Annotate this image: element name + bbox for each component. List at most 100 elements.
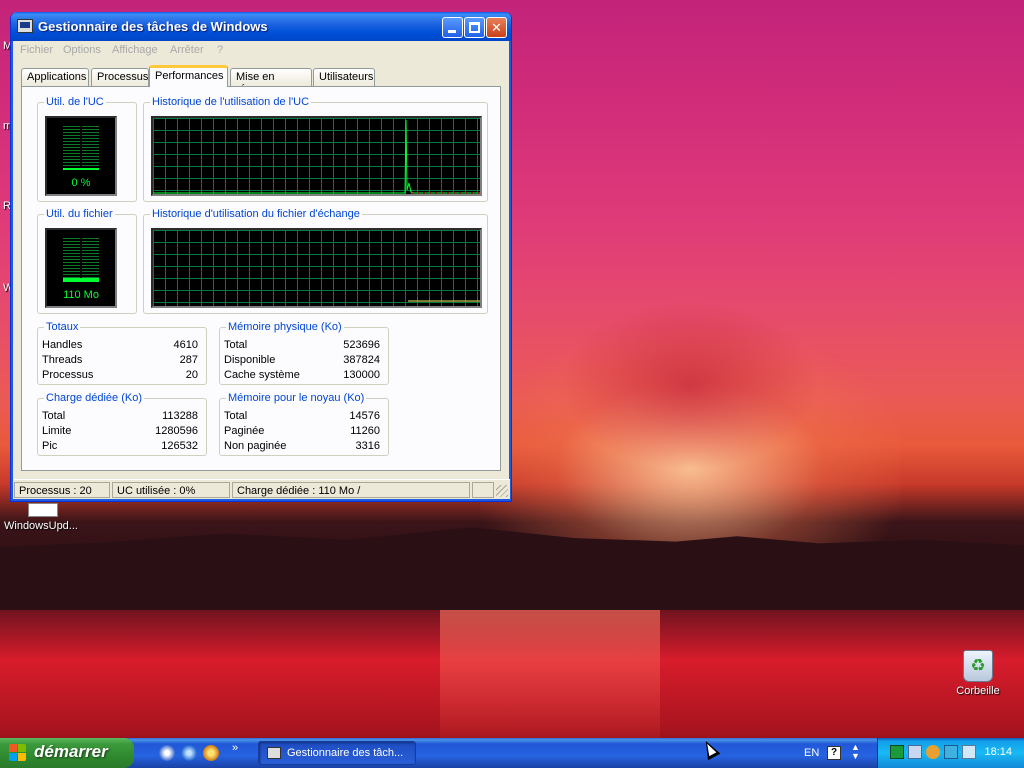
start-button[interactable]: démarrer: [0, 738, 134, 768]
stat-row: Threads 287: [42, 354, 198, 368]
stat-value: 113288: [162, 410, 198, 422]
menu-fichier[interactable]: Fichier: [20, 44, 53, 56]
pagefile-usage-value: 110 Mo: [63, 289, 99, 301]
stat-row: Limite 1280596: [42, 425, 198, 439]
totals-label: Totaux: [44, 321, 81, 333]
task-manager-window: Gestionnaire des tâches de Windows ✕ Fic…: [10, 12, 512, 502]
cpu-meter-bars: [63, 126, 99, 170]
tab-processus[interactable]: Processus: [91, 68, 149, 87]
minimize-icon: [448, 30, 456, 33]
stat-row: Processus 20: [42, 369, 198, 383]
stat-value: 14576: [349, 410, 380, 422]
maximize-button[interactable]: [464, 17, 485, 38]
taskbar-button-task-manager[interactable]: Gestionnaire des tâch...: [258, 741, 416, 765]
stat-value: 126532: [161, 440, 198, 452]
stat-key: Total: [224, 339, 248, 351]
language-options-arrow[interactable]: ▲ ▼: [851, 743, 860, 761]
minimize-button[interactable]: [442, 17, 463, 38]
stat-key: Total: [224, 410, 248, 422]
internet-explorer-icon[interactable]: [181, 745, 197, 761]
physical-memory-label: Mémoire physique (Ko): [226, 321, 344, 333]
title-bar[interactable]: Gestionnaire des tâches de Windows ✕: [11, 12, 511, 41]
pagefile-history-group: Historique d'utilisation du fichier d'éc…: [143, 208, 488, 314]
cpu-history-label: Historique de l'utilisation de l'UC: [150, 96, 312, 108]
physical-memory-group: Mémoire physique (Ko) Total 523696 Dispon…: [219, 321, 389, 385]
stat-value: 1280596: [155, 425, 198, 437]
start-label: démarrer: [34, 742, 108, 761]
stat-value: 4610: [173, 339, 198, 351]
taskbar-button-label: Gestionnaire des tâch...: [287, 747, 404, 759]
status-processes: Processus : 20: [14, 482, 110, 498]
recycle-bin-icon: [963, 650, 993, 682]
language-indicator[interactable]: EN: [804, 747, 819, 759]
pagefile-history-graph: [151, 228, 482, 308]
kernel-memory-group: Mémoire pour le noyau (Ko) Total 14576 Pa…: [219, 392, 389, 456]
stat-value: 3316: [355, 440, 380, 452]
performance-panel: Util. de l'UC 0 % Historique de l'utilis…: [21, 86, 501, 471]
stat-row: Cache système 130000: [224, 369, 380, 383]
taskbar: démarrer » Gestionnaire des tâch... EN ?…: [0, 738, 1024, 768]
show-desktop-icon[interactable]: [159, 745, 175, 761]
windows-update-icon: [28, 503, 58, 517]
language-help-icon[interactable]: ?: [827, 746, 841, 760]
clock[interactable]: 18:14: [984, 746, 1012, 758]
stat-row: Total 14576: [224, 410, 380, 424]
status-cpu: UC utilisée : 0%: [112, 482, 230, 498]
updates-icon[interactable]: [944, 745, 958, 759]
media-player-icon[interactable]: [203, 745, 219, 761]
totals-group: Totaux Handles 4610 Threads 287 Processus 2…: [37, 321, 207, 385]
pagefile-history-label: Historique d'utilisation du fichier d'éc…: [150, 208, 362, 220]
cloud: [560, 300, 820, 470]
stat-row: Disponible 387824: [224, 354, 380, 368]
desktop-icon-label: WindowsUpd...: [4, 520, 78, 532]
commit-charge-group: Charge dédiée (Ko) Total 113288 Limite 128…: [37, 392, 207, 456]
network-icon[interactable]: [908, 745, 922, 759]
menu-arreter[interactable]: Arrêter: [170, 44, 204, 56]
desktop-icon-windows-update[interactable]: WindowsUpd...: [4, 503, 84, 532]
stat-key: Pic: [42, 440, 58, 452]
connection-icon[interactable]: [962, 745, 976, 759]
status-empty: [472, 482, 494, 498]
stat-value: 287: [179, 354, 198, 366]
pagefile-meter-bars: [63, 238, 99, 282]
menu-options[interactable]: Options: [63, 44, 101, 56]
stat-key: Disponible: [224, 354, 276, 366]
pagefile-usage-group: Util. du fichier 110 Mo: [37, 208, 137, 314]
menu-help[interactable]: ?: [217, 44, 223, 56]
pagefile-history-plot: [408, 300, 480, 302]
resize-grip[interactable]: [496, 485, 508, 497]
tab-network[interactable]: Mise en réseau: [230, 68, 312, 95]
cpu-history-line: [153, 119, 480, 194]
maximize-icon: [469, 22, 480, 33]
cpu-usage-meter: 0 %: [45, 116, 117, 196]
tab-users[interactable]: Utilisateurs: [313, 68, 375, 87]
task-manager-tray-icon[interactable]: [890, 745, 904, 759]
task-manager-icon: [17, 19, 33, 33]
cpu-usage-group: Util. de l'UC 0 %: [37, 96, 137, 202]
cpu-history-plot: [153, 119, 480, 194]
stat-row: Paginée 11260: [224, 425, 380, 439]
cpu-history-group: Historique de l'utilisation de l'UC: [143, 96, 488, 202]
quicklaunch-overflow-button[interactable]: »: [232, 742, 238, 754]
security-center-icon[interactable]: [926, 745, 940, 759]
tab-performances[interactable]: Performances: [149, 65, 228, 87]
stat-key: Handles: [42, 339, 83, 351]
status-commit: Charge dédiée : 110 Mo /: [232, 482, 470, 498]
kernel-memory-label: Mémoire pour le noyau (Ko): [226, 392, 367, 404]
desktop-icon-label: Corbeille: [956, 685, 1000, 697]
tab-strip: Applications Processus Performances Mise…: [21, 65, 501, 95]
desktop-icon-recycle-bin[interactable]: Corbeille: [948, 650, 1008, 697]
stat-row: Non paginée 3316: [224, 440, 380, 454]
cpu-usage-label: Util. de l'UC: [44, 96, 106, 108]
cpu-history-graph: [151, 116, 482, 196]
stat-row: Total 523696: [224, 339, 380, 353]
tab-applications[interactable]: Applications: [21, 68, 89, 87]
cpu-meter-fill: [63, 168, 99, 170]
cpu-usage-value: 0 %: [71, 177, 91, 189]
menu-affichage[interactable]: Affichage: [112, 44, 158, 56]
stat-key: Cache système: [224, 369, 300, 381]
task-manager-icon: [267, 747, 281, 759]
stat-key: Limite: [42, 425, 72, 437]
close-button[interactable]: ✕: [486, 17, 507, 38]
window-title: Gestionnaire des tâches de Windows: [38, 19, 268, 34]
